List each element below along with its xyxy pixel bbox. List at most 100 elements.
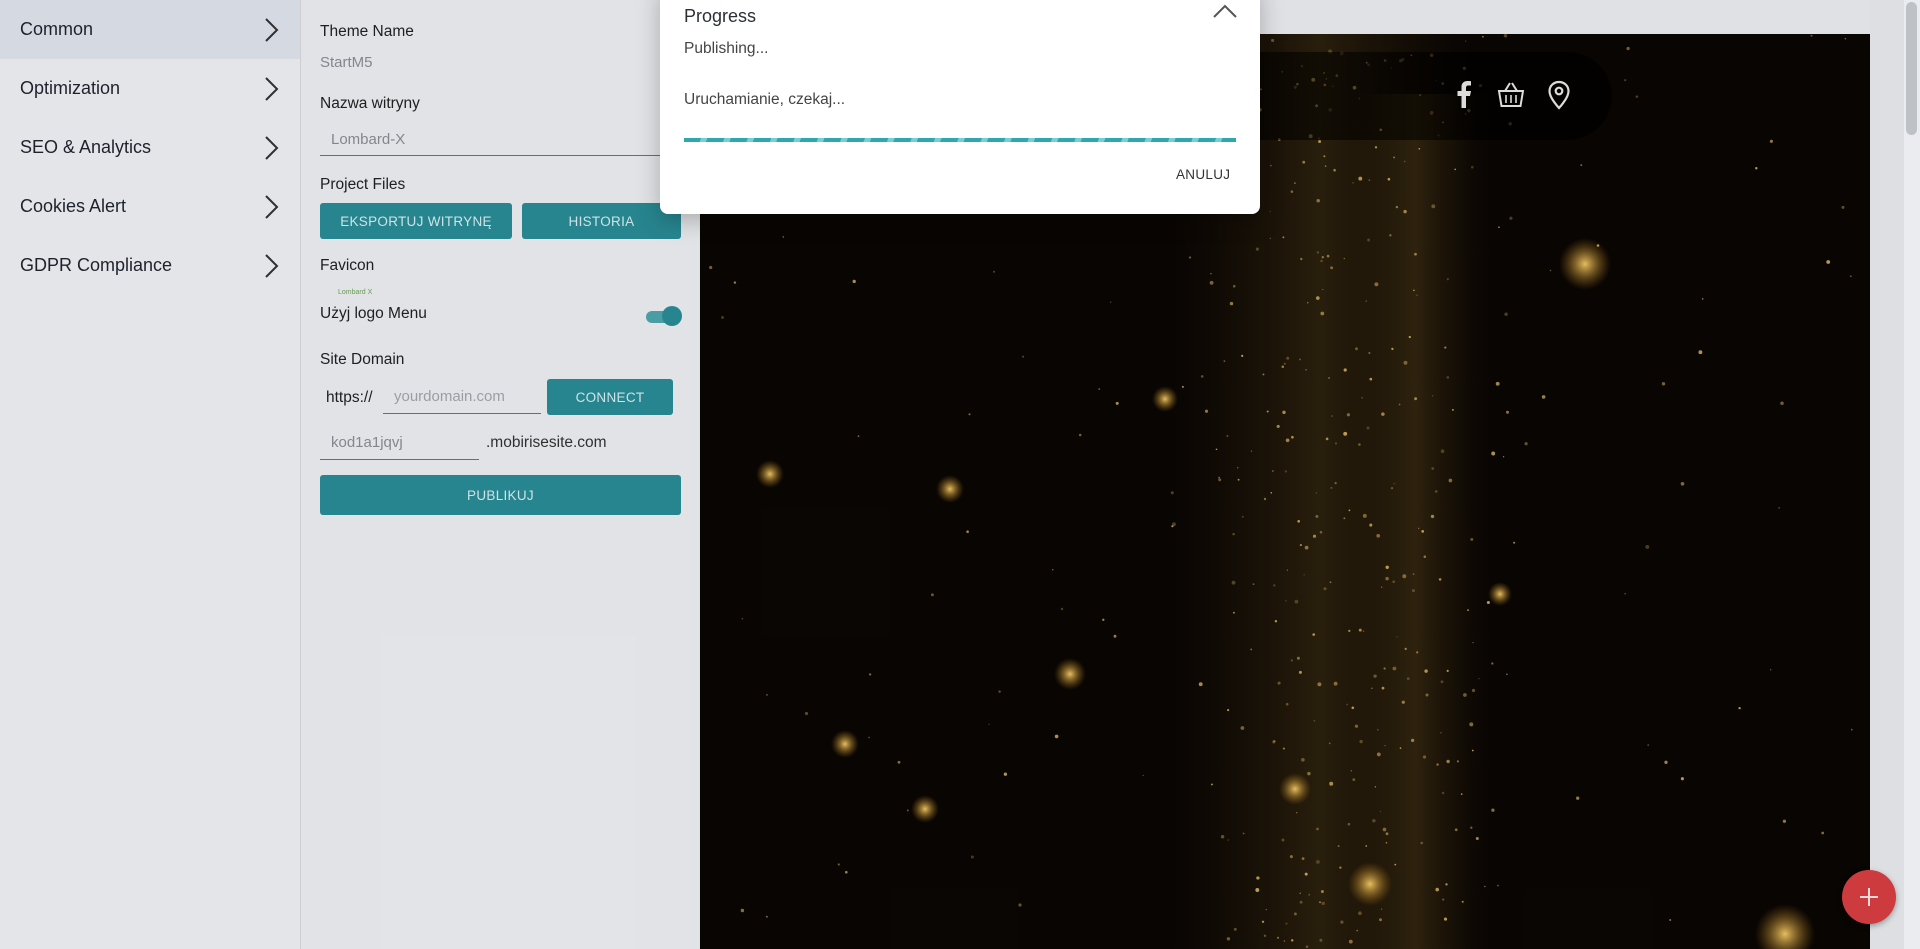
project-files-label: Project Files [320,176,406,193]
particle [1503,34,1508,38]
particle [1398,403,1401,406]
particle [1290,190,1294,193]
particle [1352,778,1356,781]
particle [1215,448,1218,451]
particle [1285,702,1289,706]
menu-item-common[interactable]: Common [0,0,300,59]
particle [1276,424,1280,428]
particle [1669,919,1672,921]
subdomain-input[interactable]: kod1a1jqvj [320,426,479,460]
particle [868,736,870,739]
connect-button[interactable]: CONNECT [547,379,673,415]
particle [1395,205,1399,209]
history-button[interactable]: HISTORIA [522,203,681,239]
particle [1782,819,1787,823]
menu-item-cookies-alert[interactable]: Cookies Alert [0,177,300,236]
particle [1285,438,1290,443]
particle [1326,254,1330,258]
particle [1389,234,1392,237]
particle [1475,836,1479,841]
particle [1343,431,1348,436]
theme-name-label: Theme Name [320,23,414,40]
particle [1181,385,1184,388]
particle [1223,360,1226,362]
particle [837,863,840,866]
particle [1172,522,1176,527]
use-logo-toggle[interactable] [644,306,682,326]
particle [1372,818,1376,823]
bokeh-light [911,795,939,823]
particle [1272,470,1274,472]
particle [1285,600,1287,602]
particle [1303,574,1305,576]
particle [1302,160,1306,164]
favicon-image[interactable]: Lombard X [338,289,372,296]
particle [1102,618,1105,621]
particle [1362,513,1367,518]
particle [1484,885,1486,888]
particle [1220,834,1225,839]
particle [1347,822,1351,826]
particle [1495,381,1500,386]
particle [1329,781,1334,786]
domain-input[interactable]: yourdomain.com [383,380,541,414]
menu-item-optimization[interactable]: Optimization [0,59,300,118]
particle [1022,355,1025,358]
particle [1504,312,1508,316]
particle [1003,772,1008,776]
menu-item-seo-analytics[interactable]: SEO & Analytics [0,118,300,177]
particle [1115,401,1119,405]
progress-dialog: Progress Publishing... Uruchamianie, cze… [660,0,1260,214]
particle [1850,728,1853,731]
particle [1060,607,1064,611]
basket-icon[interactable] [1496,80,1526,110]
export-site-button[interactable]: EKSPORTUJ WITRYNĘ [320,203,512,239]
particle [1738,706,1741,710]
scrollbar-thumb[interactable] [1906,2,1917,135]
particle [1320,890,1324,893]
location-pin-icon[interactable] [1544,80,1574,110]
menu-item-gdpr-compliance[interactable]: GDPR Compliance [0,236,300,295]
particle [1392,580,1395,583]
particle [1369,523,1373,527]
particle [1680,481,1685,486]
scrollbar-track [1904,0,1920,949]
particle [1396,636,1398,638]
particle [782,236,785,238]
particle [1227,839,1230,841]
add-block-button[interactable] [1842,870,1896,924]
particle [1334,442,1338,445]
publish-button[interactable]: PUBLIKUJ [320,475,681,515]
particle [1270,491,1273,494]
particle [1445,883,1448,886]
particle [1505,410,1510,414]
cancel-button[interactable]: ANULUJ [1176,167,1230,182]
particle [1322,288,1324,291]
particle [1376,728,1379,731]
particle [1502,456,1505,458]
plus-icon [1860,888,1878,906]
particle [1371,687,1373,689]
particle [1374,786,1377,788]
particle [1098,388,1101,391]
particle [1312,534,1317,538]
particle [1403,360,1408,365]
particle [1482,35,1484,38]
bokeh-light [1348,862,1392,906]
particle [1411,589,1415,593]
particle [1318,140,1322,143]
menu-item-label: Cookies Alert [20,196,127,216]
close-icon[interactable] [1212,0,1238,26]
particle [1491,451,1496,456]
particle [1380,908,1383,910]
facebook-icon[interactable] [1449,80,1479,110]
site-name-input[interactable]: Lombard-X [320,124,680,156]
particle [1319,901,1321,904]
particle [1319,938,1323,942]
bokeh-light [1488,582,1512,606]
particle [1421,530,1425,533]
particle [1269,237,1271,239]
particle [1229,301,1234,306]
particle [1369,377,1373,381]
particle [1319,530,1323,534]
